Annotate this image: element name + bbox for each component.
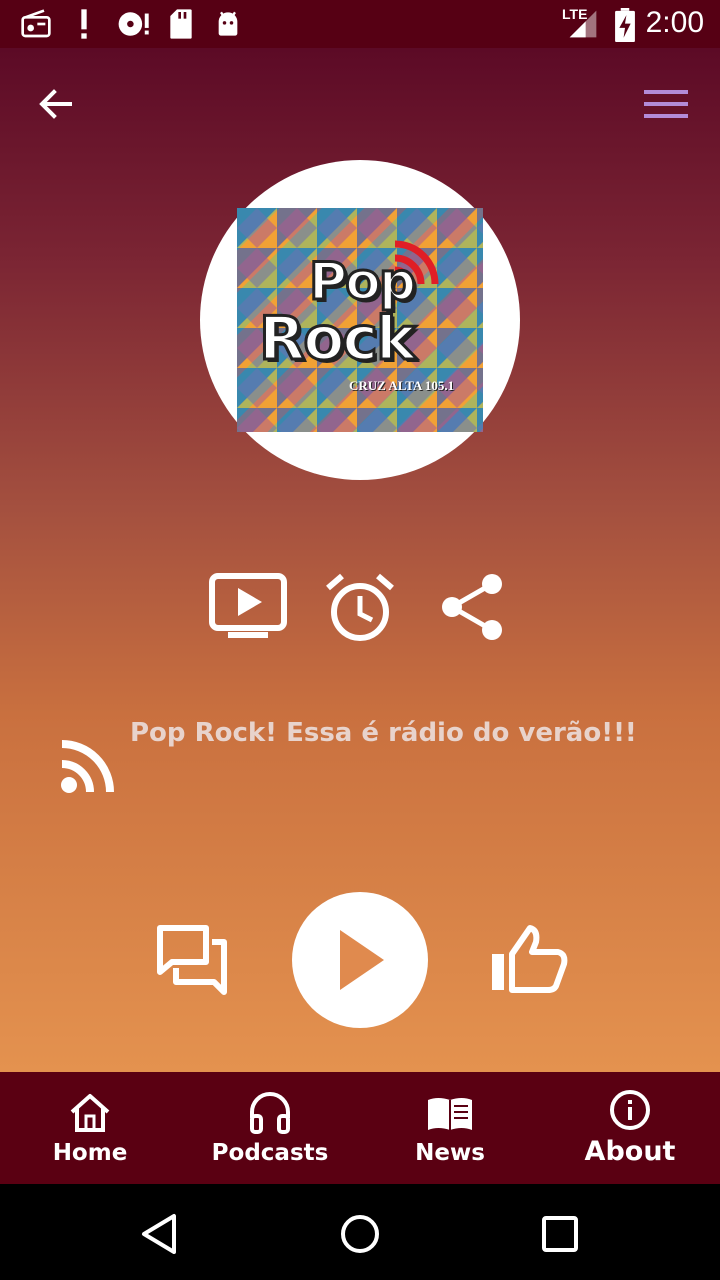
system-navigation-bar	[0, 1184, 720, 1280]
nav-label-news: News	[415, 1140, 485, 1166]
share-icon[interactable]	[438, 572, 506, 642]
station-logo: Pop Rock CRUZ ALTA 105.1	[200, 160, 520, 480]
nav-label-podcasts: Podcasts	[211, 1140, 329, 1166]
nav-item-podcasts[interactable]: Podcasts	[180, 1072, 360, 1184]
home-icon	[70, 1094, 110, 1132]
now-playing-text: Pop Rock! Essa é rádio do verão!!!	[130, 718, 637, 748]
signal-icon	[569, 10, 597, 38]
bottom-navigation: Home Podcasts News About	[0, 1072, 720, 1184]
play-button[interactable]	[292, 892, 428, 1028]
headphones-icon	[250, 1092, 290, 1134]
alert-icon	[81, 9, 87, 39]
rss-icon	[61, 740, 114, 793]
nav-label-home: Home	[52, 1140, 128, 1166]
info-icon	[610, 1090, 650, 1130]
player-screen: Pop Rock CRUZ ALTA 105.1 Pop Rock! Essa …	[0, 48, 720, 1072]
chat-icon[interactable]	[156, 924, 228, 996]
nav-label-about: About	[584, 1136, 676, 1167]
back-triangle-icon[interactable]	[138, 1212, 182, 1256]
alarm-clock-icon[interactable]	[324, 572, 396, 642]
nav-item-news[interactable]: News	[360, 1072, 540, 1184]
tv-play-icon[interactable]	[208, 572, 288, 642]
status-bar: LTE 2:00	[0, 0, 720, 48]
thumbs-up-icon[interactable]	[490, 924, 568, 996]
clock-time: 2:00	[645, 6, 704, 39]
hamburger-menu-icon[interactable]	[642, 86, 690, 122]
sd-card-icon	[170, 9, 192, 39]
android-icon	[218, 11, 238, 36]
disc-alert-icon	[118, 12, 149, 36]
play-icon	[340, 930, 384, 990]
book-icon	[428, 1098, 472, 1130]
home-circle-icon[interactable]	[338, 1212, 382, 1256]
logo-text-rock: Rock	[258, 303, 418, 376]
battery-charging-icon	[615, 8, 635, 42]
logo-text-pop: Pop	[307, 251, 417, 314]
arrow-left-icon[interactable]	[36, 86, 76, 122]
station-logo-artwork: Pop Rock CRUZ ALTA 105.1	[237, 208, 483, 432]
radio-icon	[21, 9, 51, 38]
logo-subtitle: CRUZ ALTA 105.1	[349, 378, 455, 393]
recents-square-icon[interactable]	[538, 1212, 582, 1256]
nav-item-home[interactable]: Home	[0, 1072, 180, 1184]
nav-item-about[interactable]: About	[540, 1072, 720, 1184]
